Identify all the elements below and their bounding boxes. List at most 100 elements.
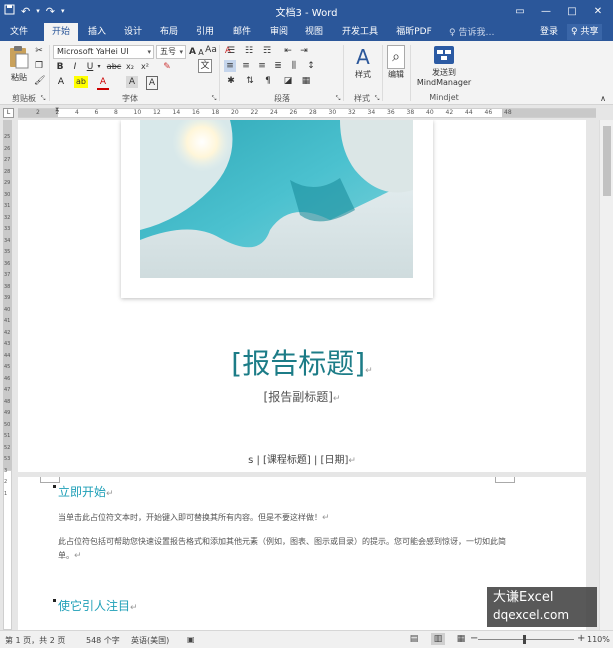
text-effects-icon[interactable]: ✎	[161, 61, 173, 73]
report-meta[interactable]: s | [课程标题] | [日期]↵	[18, 451, 586, 466]
indent-marker[interactable]: ⧗	[55, 106, 61, 120]
italic-button[interactable]: I	[70, 61, 80, 73]
web-layout-icon[interactable]: ▦	[454, 633, 468, 645]
enclose-character-icon[interactable]: A	[146, 76, 158, 90]
line-spacing-icon[interactable]: ↕	[304, 60, 318, 72]
heading-make-it-stand-out-text[interactable]: 使它引人注目	[58, 599, 130, 613]
tab-insert[interactable]: 插入	[82, 23, 112, 41]
change-case-icon[interactable]: Aa	[204, 44, 218, 56]
text-effects-a-icon[interactable]: A	[55, 76, 67, 88]
send-to-mindmanager-button[interactable]: 发送到 MindManager	[414, 45, 474, 91]
zoom-in-button[interactable]: +	[577, 633, 585, 644]
align-right-icon[interactable]: ≡	[256, 60, 268, 72]
close-button[interactable]: ✕	[585, 0, 611, 23]
body-paragraph-2-text[interactable]: 此占位符包括可帮助您快速设置报告格式和添加其他元素（例如，图表、图示或目录）的提…	[58, 537, 506, 560]
borders-icon[interactable]: ▦	[300, 75, 312, 87]
body-paragraph-1-text[interactable]: 当单击此占位符文本时，开始键入即可替换其所有内容。但是不要这样做！	[58, 513, 322, 522]
tab-design[interactable]: 设计	[118, 23, 148, 41]
paste-button[interactable]: 粘贴	[6, 45, 32, 89]
report-title[interactable]: [报告标题]↵	[18, 342, 586, 382]
tell-me-search[interactable]: ♀ 告诉我…	[449, 25, 494, 38]
increase-indent-icon[interactable]: ⇥	[298, 45, 310, 57]
underline-button[interactable]: U	[85, 61, 95, 73]
heading-get-started-text[interactable]: 立即开始	[58, 485, 106, 499]
window-controls: ▭ — □ ✕	[507, 0, 611, 23]
font-color-icon[interactable]: A	[97, 76, 109, 90]
cut-icon[interactable]: ✂	[34, 45, 44, 57]
numbering-icon[interactable]: ☷	[242, 45, 256, 57]
tab-review[interactable]: 审阅	[264, 23, 294, 41]
clipboard-launcher-icon[interactable]: ⤡	[39, 93, 47, 105]
align-left-icon[interactable]: ≡	[224, 60, 236, 72]
body-paragraph-1[interactable]: 当单击此占位符文本时，开始键入即可替换其所有内容。但是不要这样做！↵	[58, 511, 518, 525]
collapse-ribbon-icon[interactable]: ∧	[598, 93, 608, 105]
sort-icon[interactable]: ⇅	[244, 75, 256, 87]
justify-icon[interactable]: ≣	[272, 60, 284, 72]
multilevel-list-icon[interactable]: ☶	[260, 45, 274, 57]
shading-icon[interactable]: ◪	[282, 75, 294, 87]
styles-gallery-button[interactable]: A 样式	[348, 45, 378, 85]
language-status[interactable]: 英语(美国)	[131, 635, 169, 646]
phonetic-guide-icon[interactable]: 文	[198, 59, 212, 73]
report-meta-text[interactable]: s | [课程标题] | [日期]	[248, 455, 348, 466]
scrollbar-thumb[interactable]	[603, 126, 611, 196]
report-subtitle[interactable]: [报告副标题]↵	[18, 388, 586, 405]
tab-home[interactable]: 开始	[44, 23, 78, 41]
ribbon-display-options-icon[interactable]: ▭	[507, 0, 533, 23]
styles-launcher-icon[interactable]: ⤡	[373, 93, 381, 105]
tab-foxit-pdf[interactable]: 福昕PDF	[389, 23, 439, 41]
word-count-status[interactable]: 548 个字	[86, 635, 120, 646]
strikethrough-button[interactable]: abc	[106, 61, 122, 73]
superscript-button[interactable]: x²	[139, 61, 151, 73]
vertical-scrollbar[interactable]	[599, 120, 613, 630]
maximize-button[interactable]: □	[559, 0, 585, 23]
page-count-status[interactable]: 第 1 页，共 2 页	[5, 635, 65, 646]
bold-button[interactable]: B	[55, 61, 65, 73]
zoom-slider-thumb[interactable]	[523, 635, 526, 644]
document-canvas[interactable]: [报告标题]↵ [报告副标题]↵ s | [课程标题] | [日期]↵ 立即开始…	[14, 120, 599, 630]
ruler-v-tick-label: 37	[4, 272, 11, 278]
heading-get-started[interactable]: 立即开始↵	[58, 483, 114, 500]
highlight-color-icon[interactable]: ab	[74, 76, 88, 88]
underline-dropdown-icon[interactable]: ▾	[96, 61, 102, 73]
distributed-icon[interactable]: ⫼	[288, 60, 300, 72]
heading-make-it-stand-out[interactable]: 使它引人注目↵	[58, 597, 138, 614]
font-name-select[interactable]: Microsoft YaHei UI ▾	[53, 45, 154, 59]
decrease-indent-icon[interactable]: ⇤	[282, 45, 294, 57]
report-subtitle-text[interactable]: [报告副标题]	[264, 390, 333, 404]
align-center-icon[interactable]: ≡	[240, 60, 252, 72]
zoom-slider-track[interactable]	[478, 639, 574, 640]
paragraph-launcher-icon[interactable]: ⤡	[334, 93, 342, 105]
minimize-button[interactable]: —	[533, 0, 559, 23]
tab-selector[interactable]: L	[3, 108, 14, 118]
paragraph-mark: ↵	[365, 366, 373, 376]
zoom-level[interactable]: 110%	[587, 635, 610, 644]
show-marks-icon[interactable]: ¶	[262, 75, 274, 87]
bullets-icon[interactable]: ☰	[224, 45, 238, 57]
chinese-layout-icon[interactable]: ✱	[224, 75, 238, 87]
tab-developer[interactable]: 开发工具	[337, 23, 383, 41]
font-launcher-icon[interactable]: ⤡	[210, 93, 218, 105]
tab-references[interactable]: 引用	[190, 23, 220, 41]
report-title-text[interactable]: [报告标题]	[231, 347, 365, 380]
body-paragraph-2[interactable]: 此占位符包括可帮助您快速设置报告格式和添加其他元素（例如，图表、图示或目录）的提…	[58, 535, 518, 563]
character-shading-icon[interactable]: A	[126, 76, 138, 88]
page-1[interactable]: [报告标题]↵ [报告副标题]↵ s | [课程标题] | [日期]↵	[18, 120, 586, 472]
editing-button[interactable]: ⌕ 编辑	[384, 45, 408, 85]
tab-view[interactable]: 视图	[299, 23, 329, 41]
cover-photo[interactable]	[140, 120, 413, 278]
read-mode-icon[interactable]: ▤	[407, 633, 421, 645]
grow-font-icon[interactable]: A	[188, 46, 197, 58]
print-layout-icon[interactable]: ▥	[431, 633, 445, 645]
macro-record-icon[interactable]: ▣	[187, 635, 195, 644]
copy-icon[interactable]: ❐	[34, 60, 44, 72]
format-painter-icon[interactable]: 🖌	[34, 75, 45, 87]
tab-file[interactable]: 文件	[6, 23, 32, 41]
tab-layout[interactable]: 布局	[154, 23, 184, 41]
font-size-select[interactable]: 五号 ▾	[156, 45, 186, 59]
share-button[interactable]: ♀ 共享	[567, 24, 603, 40]
sign-in-link[interactable]: 登录	[540, 23, 558, 41]
tab-mailings[interactable]: 邮件	[227, 23, 257, 41]
cover-photo-frame[interactable]	[121, 120, 433, 298]
subscript-button[interactable]: x₂	[124, 61, 136, 73]
